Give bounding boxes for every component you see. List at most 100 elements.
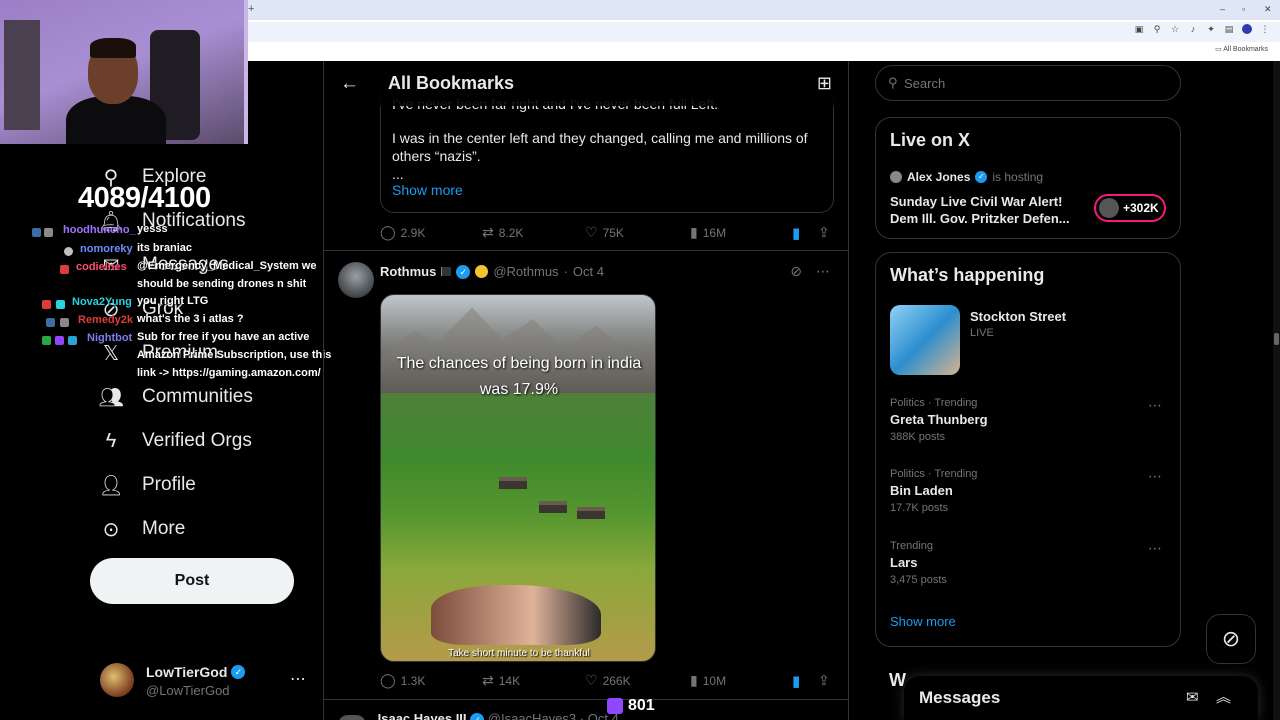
views-button[interactable]: ▮ 10M: [690, 672, 726, 689]
grok-button[interactable]: ⊘: [1206, 614, 1256, 664]
tweet-header-icons: ⊘ ⋯: [790, 263, 830, 280]
chat-username: Remedy2k: [78, 314, 134, 326]
live-on-x-panel: Live on X Alex Jones ✓ is hosting Sunday…: [875, 117, 1181, 239]
chat-username: hoodhuncho_: [63, 224, 136, 236]
streamer-hair: [90, 38, 136, 58]
profile-avatar[interactable]: [1242, 24, 1252, 34]
chat-badge-icon: [60, 265, 69, 274]
repost-button[interactable]: ⇄ 8.2K: [482, 224, 523, 241]
restore-icon[interactable]: ▫: [1242, 4, 1245, 14]
author-handle: @IsaacHayes3: [487, 711, 577, 720]
extensions-icon[interactable]: ✦: [1206, 24, 1216, 35]
address-bar[interactable]: [248, 22, 1280, 42]
live-event-title[interactable]: Stockton Street: [970, 309, 1066, 324]
nav-profile[interactable]: 👤︎ Profile: [98, 465, 196, 505]
tweet-text-line: I was in the center left and they change…: [392, 130, 808, 164]
reply-count: 2.9K: [400, 225, 426, 240]
more-dots-icon[interactable]: ⋯: [290, 669, 306, 689]
x-icon: 𝕏: [102, 342, 120, 365]
scrollbar-thumb[interactable]: [1274, 333, 1279, 345]
bookmark-filled-icon[interactable]: ▮: [792, 672, 800, 690]
show-more-link[interactable]: Show more: [392, 182, 463, 198]
verified-badge-icon: ✓: [975, 171, 988, 183]
more-dots-icon[interactable]: ⋯: [816, 263, 830, 280]
sidepanel-icon[interactable]: ▤: [1224, 24, 1234, 35]
bits-count: 801: [628, 697, 655, 714]
add-bookmark-folder-icon[interactable]: ⊞: [817, 73, 832, 94]
close-icon[interactable]: ✕: [1264, 4, 1272, 15]
share-icon[interactable]: ⇪: [818, 672, 830, 689]
more-dots-icon[interactable]: ⋯: [1148, 540, 1162, 557]
messages-drawer[interactable]: Messages ✉ ︽: [904, 676, 1258, 720]
author-handle: @Rothmus: [493, 264, 559, 279]
search-input[interactable]: ⚲ Search: [875, 65, 1181, 101]
chat-badge-icon: [68, 336, 77, 345]
star-icon[interactable]: ☆: [1170, 24, 1180, 35]
grok-icon[interactable]: ⊘: [790, 263, 802, 280]
bits-gem-icon: [607, 698, 623, 714]
communities-icon: 👥︎: [98, 386, 124, 409]
separator-dot: ·: [579, 711, 585, 720]
account-switcher[interactable]: LowTierGod ✓ @LowTierGod ⋯: [100, 661, 320, 701]
bookmarks-folder[interactable]: ▭ All Bookmarks: [1215, 45, 1268, 53]
share-icon[interactable]: ⇪: [818, 224, 830, 241]
trend-category: Politics · Trending: [890, 397, 978, 409]
like-button[interactable]: ♡ 266K: [585, 672, 631, 689]
live-host-row[interactable]: Alex Jones ✓ is hosting: [890, 170, 1043, 184]
trend-item[interactable]: Politics · Trending Bin Laden 17.7K post…: [890, 468, 1170, 514]
zoom-icon[interactable]: ⚲: [1152, 24, 1162, 35]
nav-verified-orgs[interactable]: ϟ Verified Orgs: [100, 421, 252, 461]
new-message-icon[interactable]: ✉: [1186, 688, 1199, 706]
separator-dot: ·: [563, 264, 568, 279]
post-button[interactable]: Post: [90, 558, 294, 604]
tweet-date[interactable]: Oct 4: [573, 264, 604, 279]
author-name[interactable]: Isaac Hayes III: [378, 711, 467, 720]
nav-more[interactable]: ⊙ More: [100, 509, 186, 549]
trend-item[interactable]: Trending Lars 3,475 posts ⋯: [890, 540, 1170, 586]
menu-icon[interactable]: ⋮: [1260, 24, 1270, 35]
avatar[interactable]: [338, 262, 374, 298]
install-icon[interactable]: ▣: [1134, 24, 1144, 35]
more-dots-icon[interactable]: ⋯: [1148, 397, 1162, 414]
listeners-pill[interactable]: +302K: [1094, 194, 1166, 222]
chevron-up-icon[interactable]: ︽: [1216, 686, 1231, 707]
show-more-link[interactable]: Show more: [890, 614, 956, 629]
back-arrow-icon[interactable]: ←: [340, 73, 359, 95]
views-button[interactable]: ▮ 16M: [690, 224, 726, 241]
chat-badge-icon: [64, 247, 73, 256]
quoted-tweet-card[interactable]: I've never been far right and I've never…: [380, 91, 834, 213]
like-count: 75K: [602, 225, 624, 240]
tweet-media-video[interactable]: The chances of being born in india was 1…: [380, 294, 656, 662]
scrollbar[interactable]: [1273, 61, 1280, 720]
trend-item[interactable]: Politics · Trending Greta Thunberg 388K …: [890, 397, 1170, 443]
hut-shape: [577, 507, 605, 519]
chat-badge-icon: [42, 300, 51, 309]
bookmark-filled-icon[interactable]: ▮: [792, 224, 800, 242]
chat-text: its braniac: [137, 242, 193, 254]
search-icon: ⚲: [888, 75, 898, 90]
heart-icon: ♡: [585, 672, 598, 688]
repost-button[interactable]: ⇄ 14K: [482, 672, 520, 689]
trend-name: Bin Laden: [890, 483, 953, 498]
avatar[interactable]: [338, 714, 366, 720]
webcam-overlay: [0, 0, 248, 144]
chat-text: what's the 3 i atlas ?: [137, 313, 244, 325]
reply-button[interactable]: ◯ 2.9K: [380, 224, 425, 241]
author-name[interactable]: Rothmus: [380, 264, 436, 279]
user-name-row: LowTierGod ✓: [146, 664, 246, 680]
like-button[interactable]: ♡ 75K: [585, 224, 624, 241]
new-tab-button[interactable]: +: [248, 3, 254, 15]
space-title[interactable]: Sunday Live Civil War Alert! Dem Ill. Go…: [890, 193, 1090, 227]
avatar: [890, 171, 902, 183]
panel-title: What’s happening: [890, 265, 1045, 285]
trend-name: Greta Thunberg: [890, 412, 988, 427]
reply-button[interactable]: ◯ 1.3K: [380, 672, 425, 689]
repost-count: 14K: [498, 673, 521, 688]
audio-icon[interactable]: ♪: [1188, 24, 1198, 35]
minimize-icon[interactable]: –: [1220, 4, 1225, 14]
grok-icon: ⊘: [1221, 626, 1241, 651]
nav-communities[interactable]: 👥︎ Communities: [98, 377, 253, 417]
more-dots-icon[interactable]: ⋯: [1148, 468, 1162, 485]
live-thumbnail[interactable]: [890, 305, 960, 375]
nav-label: Communities: [142, 386, 253, 407]
